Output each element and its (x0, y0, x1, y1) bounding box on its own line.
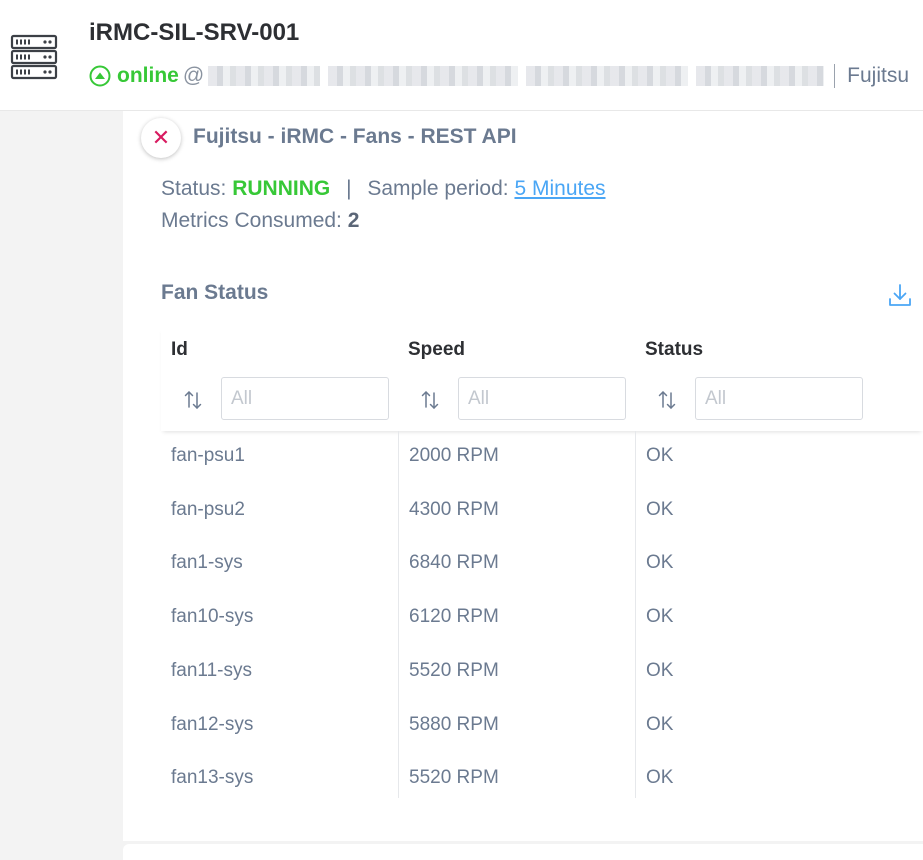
status-pipe: | (346, 177, 352, 200)
card-separator (123, 841, 923, 860)
cell-id: fan13-sys (171, 767, 254, 789)
sort-icon[interactable] (656, 389, 678, 411)
cell-id: fan10-sys (171, 606, 254, 628)
close-button[interactable]: ✕ (141, 118, 181, 158)
filter-input-speed[interactable] (458, 377, 626, 420)
close-icon: ✕ (151, 125, 171, 150)
cell-status: OK (646, 445, 674, 466)
table-row: fan11-sys 5520 RPM OK (161, 646, 923, 700)
online-up-icon (89, 65, 111, 87)
sample-period-link[interactable]: 5 Minutes (514, 177, 605, 200)
page: iRMC-SIL-SRV-001 online @ Fujitsu ✕ Fuji… (0, 0, 923, 860)
download-icon[interactable] (887, 282, 913, 308)
divider (834, 64, 836, 88)
metrics-line: Metrics Consumed: 2 (161, 209, 359, 233)
table-row: fan13-sys 5520 RPM OK (161, 753, 923, 807)
cell-speed: 5520 RPM (409, 767, 499, 789)
filter-input-id[interactable] (221, 377, 389, 420)
cell-id: fan-psu2 (171, 498, 245, 520)
cell-status: OK (646, 606, 674, 628)
cell-speed: 2000 RPM (409, 445, 499, 466)
redacted-address (208, 65, 825, 87)
cell-speed: 6120 RPM (409, 606, 499, 628)
device-title: iRMC-SIL-SRV-001 (89, 19, 300, 46)
page-header: iRMC-SIL-SRV-001 online @ Fujitsu (0, 0, 923, 111)
table-row: fan10-sys 6120 RPM OK (161, 592, 923, 646)
left-sidebar (0, 111, 123, 860)
next-card (123, 844, 923, 860)
device-subline: online @ Fujitsu (89, 62, 923, 90)
cell-speed: 6840 RPM (409, 552, 499, 574)
fan-status-title: Fan Status (161, 281, 269, 304)
table-row: fan12-sys 5880 RPM OK (161, 700, 923, 754)
sort-icon[interactable] (182, 389, 204, 411)
online-status: online (117, 64, 179, 87)
table-row: fan-psu2 4300 RPM OK (161, 485, 923, 539)
cell-speed: 5520 RPM (409, 659, 499, 681)
cell-status: OK (646, 767, 674, 789)
server-rack-icon (10, 34, 58, 80)
table-row: fan-psu1 2000 RPM OK (161, 431, 923, 485)
filter-input-status[interactable] (695, 377, 863, 420)
metrics-value: 2 (347, 209, 360, 232)
cell-status: OK (646, 659, 674, 681)
status-value: RUNNING (232, 177, 331, 200)
column-header-status[interactable]: Status (645, 339, 703, 361)
status-line: Status: RUNNING | Sample period: 5 Minut… (161, 177, 606, 201)
cell-id: fan12-sys (171, 713, 254, 735)
card-title: Fujitsu - iRMC - Fans - REST API (193, 125, 517, 148)
status-label: Status: (161, 177, 227, 200)
cell-id: fan11-sys (171, 659, 252, 681)
table-header: Id Speed Status (161, 327, 923, 431)
table-body: fan-psu1 2000 RPM OK fan-psu2 4300 RPM O… (161, 431, 923, 798)
column-header-speed[interactable]: Speed (408, 339, 465, 361)
column-header-id[interactable]: Id (171, 339, 188, 361)
cell-status: OK (646, 498, 674, 520)
sort-icon[interactable] (419, 389, 441, 411)
table-row: fan1-sys 6840 RPM OK (161, 538, 923, 592)
cell-status: OK (646, 552, 674, 574)
at-sign: @ (182, 64, 205, 87)
cell-speed: 4300 RPM (409, 498, 499, 520)
cell-speed: 5880 RPM (409, 713, 499, 735)
vendor-name: Fujitsu (847, 64, 910, 87)
cell-id: fan-psu1 (171, 445, 245, 466)
cell-status: OK (646, 713, 674, 735)
sample-period-label: Sample period: (367, 177, 509, 200)
metrics-label: Metrics Consumed: (161, 209, 342, 232)
cell-id: fan1-sys (171, 552, 243, 574)
